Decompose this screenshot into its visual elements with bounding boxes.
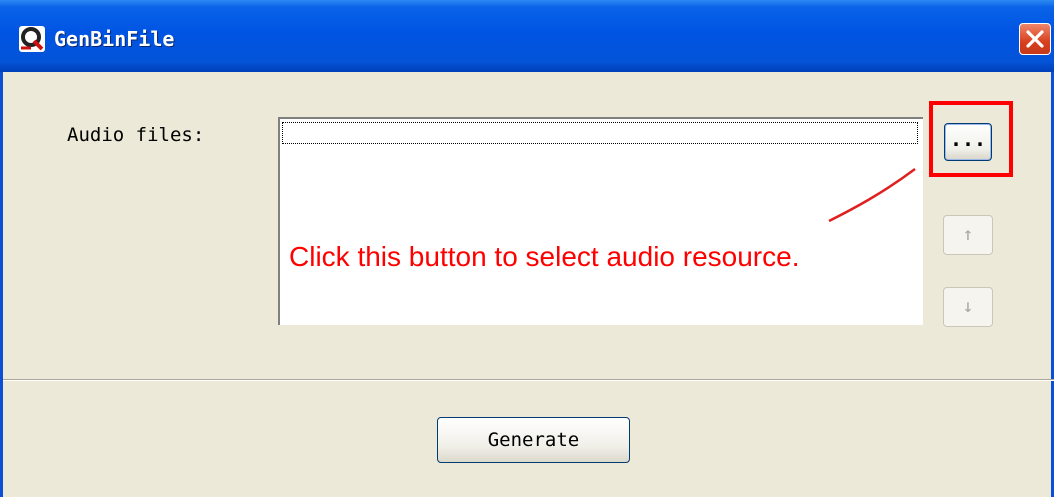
close-button[interactable] xyxy=(1019,23,1051,55)
separator xyxy=(3,379,1054,381)
generate-button[interactable]: Generate xyxy=(437,417,630,463)
annotation-pointer-line xyxy=(828,167,916,223)
close-icon xyxy=(1026,30,1044,48)
annotation-text: Click this button to select audio resour… xyxy=(289,241,800,272)
audio-files-label: Audio files: xyxy=(67,124,205,146)
annotation-highlight-box xyxy=(929,101,1013,177)
move-down-button[interactable]: ↓ xyxy=(943,287,993,327)
app-logo-icon xyxy=(19,26,45,52)
title-bar[interactable]: GenBinFile xyxy=(0,0,1054,72)
dialog-window: GenBinFile Audio files: ... ↑ ↓ Click th… xyxy=(0,0,1054,497)
window-title: GenBinFile xyxy=(54,27,175,51)
move-up-button[interactable]: ↑ xyxy=(943,215,993,255)
list-focus-row[interactable] xyxy=(282,122,918,144)
